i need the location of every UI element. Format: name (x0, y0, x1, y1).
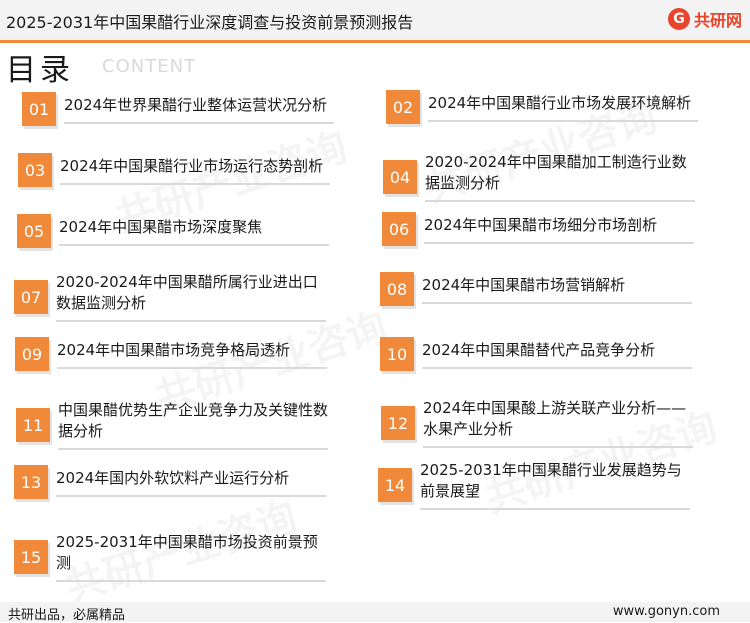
toc-number: 01 (22, 92, 56, 126)
toc-number: 14 (378, 468, 412, 502)
toc-item[interactable]: 08 2024年中国果醋市场营销解析 (380, 272, 692, 306)
footer-website-link[interactable]: www.gonyn.com (613, 604, 720, 619)
toc-item[interactable]: 09 2024年中国果醋市场竞争格局透析 (15, 337, 327, 371)
toc-number: 13 (14, 465, 48, 499)
document-title: 2025-2031年中国果醋行业深度调查与投资前景预测报告 (6, 13, 414, 32)
logo-text: 共研网 (693, 11, 742, 30)
toc-number: 12 (381, 406, 415, 440)
toc-number: 05 (17, 214, 51, 248)
toc-label: 中国果醋优势生产企业竞争力及关键性数据分析 (58, 400, 328, 450)
toc-label: 2020-2024年中国果醋加工制造行业数据监测分析 (425, 152, 695, 202)
toc-number: 11 (16, 408, 50, 442)
toc-item[interactable]: 14 2025-2031年中国果醋行业发展趋势与前景展望 (378, 460, 690, 510)
toc-item[interactable]: 03 2024年中国果醋行业市场运行态势剖析 (18, 153, 330, 187)
toc-item[interactable]: 13 2024年国内外软饮料产业运行分析 (14, 465, 326, 499)
toc-label: 2020-2024年中国果醋所属行业进出口数据监测分析 (56, 272, 326, 322)
toc-item[interactable]: 10 2024年中国果醋替代产品竞争分析 (380, 337, 692, 371)
toc-label: 2024年中国果醋替代产品竞争分析 (422, 340, 692, 369)
toc-item[interactable]: 15 2025-2031年中国果醋市场投资前景预测 (14, 532, 326, 582)
section-subtitle: CONTENT (102, 56, 197, 77)
toc-item[interactable]: 12 2024年中国果酸上游关联产业分析——水果产业分析 (381, 398, 693, 448)
toc-item[interactable]: 11 中国果醋优势生产企业竞争力及关键性数据分析 (16, 400, 328, 450)
toc-label: 2024年中国果醋行业市场运行态势剖析 (60, 156, 330, 185)
footer-bar: 共研出品，必属精品 www.gonyn.com (0, 602, 750, 623)
toc-number: 07 (14, 280, 48, 314)
toc-label: 2024年中国果酸上游关联产业分析——水果产业分析 (423, 398, 693, 448)
logo-icon: G (667, 8, 690, 30)
toc-label: 2024年中国果醋市场竞争格局透析 (57, 340, 327, 369)
toc-item[interactable]: 01 2024年世界果醋行业整体运营状况分析 (22, 92, 334, 126)
toc-item[interactable]: 07 2020-2024年中国果醋所属行业进出口数据监测分析 (14, 272, 326, 322)
toc-label: 2024年中国果醋行业市场发展环境解析 (428, 93, 698, 122)
toc-label: 2024年国内外软饮料产业运行分析 (56, 468, 326, 497)
toc-number: 04 (383, 160, 417, 194)
toc-label: 2025-2031年中国果醋行业发展趋势与前景展望 (420, 460, 690, 510)
toc-label: 2024年中国果醋市场营销解析 (422, 275, 692, 304)
toc-label: 2024年世界果醋行业整体运营状况分析 (64, 95, 334, 124)
toc-number: 08 (380, 272, 414, 306)
toc-item[interactable]: 02 2024年中国果醋行业市场发展环境解析 (386, 90, 698, 124)
toc-number: 06 (382, 212, 416, 246)
toc-item[interactable]: 04 2020-2024年中国果醋加工制造行业数据监测分析 (383, 152, 695, 202)
toc-item[interactable]: 05 2024年中国果醋市场深度聚焦 (17, 214, 329, 248)
toc-number: 15 (14, 540, 48, 574)
footer-slogan: 共研出品，必属精品 (8, 608, 126, 623)
toc-label: 2024年中国果醋市场细分市场剖析 (424, 215, 694, 244)
toc-label: 2025-2031年中国果醋市场投资前景预测 (56, 532, 326, 582)
section-title: 目录 (6, 53, 74, 88)
header-bar: 2025-2031年中国果醋行业深度调查与投资前景预测报告 G 共研网 (0, 0, 750, 43)
toc-label: 2024年中国果醋市场深度聚焦 (59, 217, 329, 246)
toc-number: 02 (386, 90, 420, 124)
toc-item[interactable]: 06 2024年中国果醋市场细分市场剖析 (382, 212, 694, 246)
toc-number: 09 (15, 337, 49, 371)
brand-logo[interactable]: G 共研网 (667, 7, 742, 31)
toc-number: 03 (18, 153, 52, 187)
toc-number: 10 (380, 337, 414, 371)
